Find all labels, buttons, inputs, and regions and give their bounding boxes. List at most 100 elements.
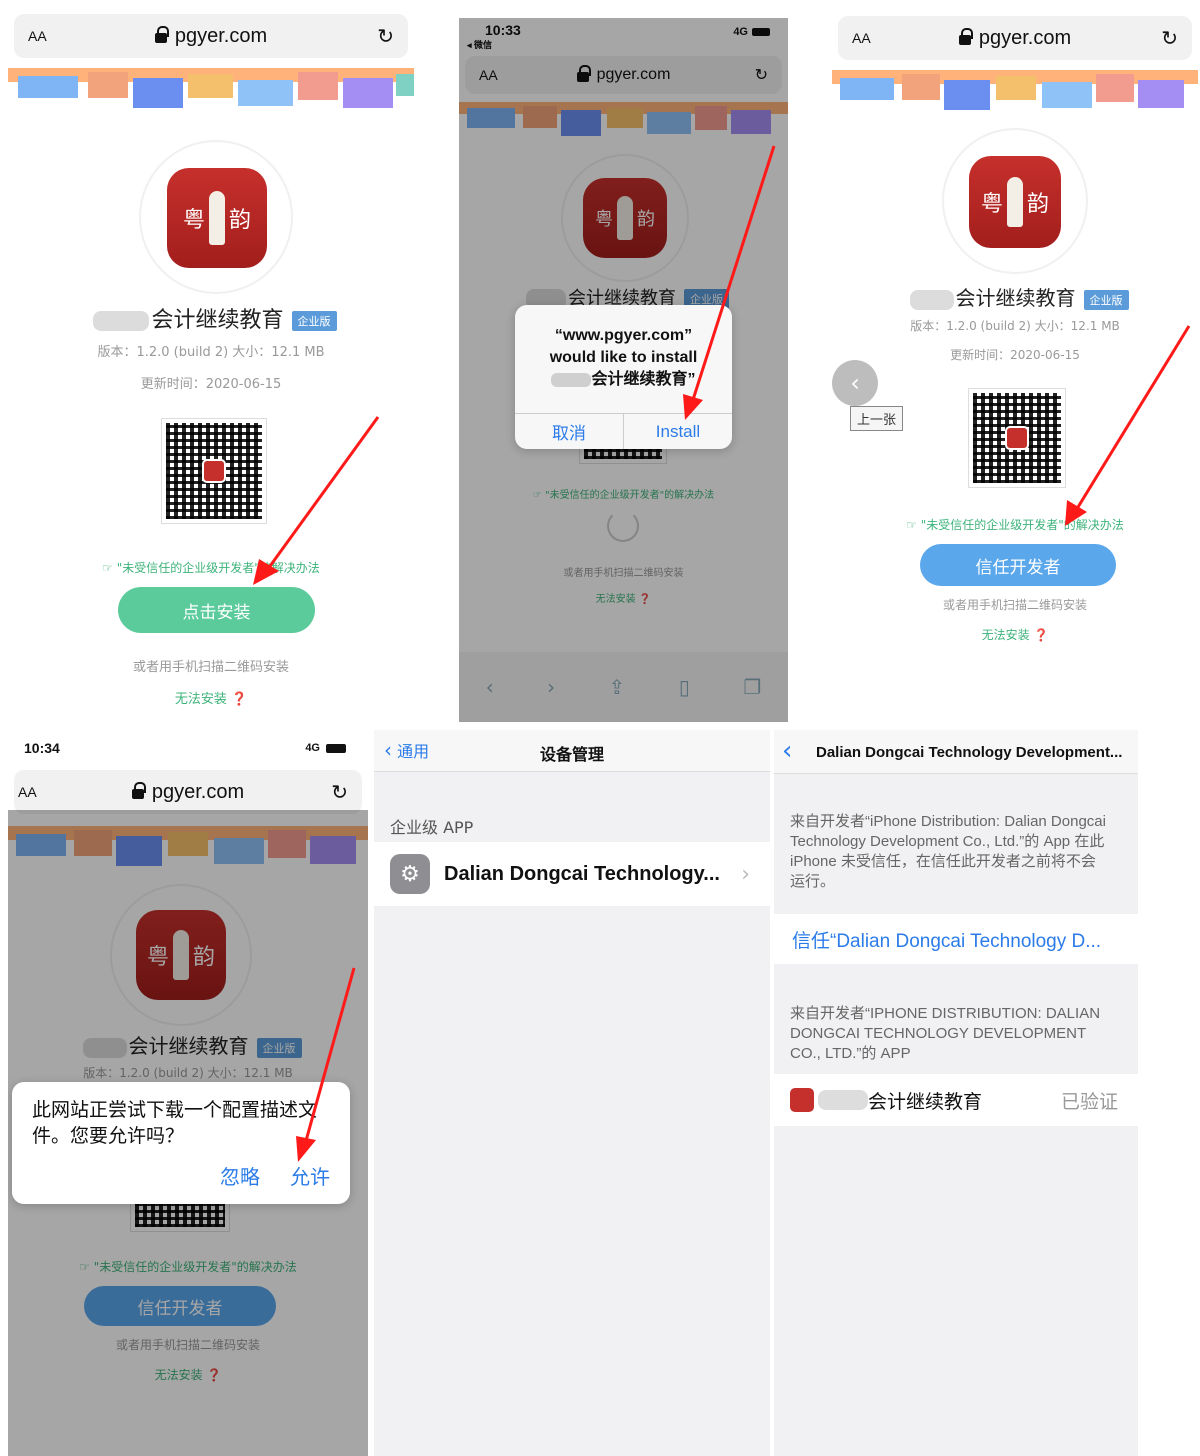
version-info: 版本：1.2.0 (build 2) 大小：12.1 MB bbox=[97, 345, 325, 360]
alert-buttons: 取消 Install bbox=[515, 413, 732, 449]
screen-install-prompt: 10:33 ◂ 微信 4G AA pgyer.com ↻ 粤韵 会计继续教育 企业… bbox=[459, 18, 788, 722]
reload-icon[interactable]: ↻ bbox=[377, 24, 394, 49]
version-info: 版本：1.2.0 (build 2) 大小：12.1 MB bbox=[910, 319, 1120, 333]
alert-message: “www.pgyer.com” would like to install 会计… bbox=[549, 327, 698, 388]
cannot-install-link[interactable]: 无法安装 ❓ bbox=[459, 590, 788, 605]
blurred-name bbox=[818, 1090, 868, 1110]
trust-developer-button[interactable]: 信任开发者 bbox=[920, 544, 1116, 586]
reload-icon[interactable]: ↻ bbox=[331, 780, 348, 805]
text-size-button[interactable]: AA bbox=[479, 67, 498, 83]
section-label: 企业级 APP bbox=[390, 818, 474, 837]
untrusted-description: 来自开发者“iPhone Distribution: Dalian Dongca… bbox=[790, 813, 1106, 890]
developer-name: Dalian Dongcai Technology... bbox=[444, 862, 720, 885]
trust-developer-row[interactable]: 信任“Dalian Dongcai Technology D... bbox=[774, 914, 1138, 964]
lock-icon bbox=[154, 26, 169, 43]
scan-hint: 或者用手机扫描二维码安装 bbox=[563, 568, 684, 579]
page-title: 设备管理 bbox=[539, 745, 604, 764]
trust-link[interactable]: 信任“Dalian Dongcai Technology D... bbox=[792, 926, 1101, 953]
install-button[interactable]: 点击安装 bbox=[118, 587, 315, 633]
battery-icon bbox=[326, 744, 346, 753]
back-to-app[interactable]: ◂ 微信 bbox=[467, 38, 492, 51]
nav-bar: ‹ Dalian Dongcai Technology Development.… bbox=[774, 730, 1138, 774]
untrusted-developer-link[interactable]: ☞ "未受信任的企业级开发者"的解决办法 bbox=[8, 1258, 368, 1275]
safari-toolbar: ‹ › ⇪ ▯ ❐ bbox=[459, 652, 788, 722]
apps-section-label: 来自开发者“IPHONE DISTRIBUTION: DALIAN DONGCA… bbox=[790, 1005, 1101, 1062]
update-time: 更新时间：2020-06-15 bbox=[950, 348, 1080, 362]
settings-gear-icon: ⚙ bbox=[390, 854, 430, 894]
untrusted-developer-link[interactable]: ☞ "未受信任的企业级开发者"的解决办法 bbox=[459, 486, 788, 501]
untrusted-developer-link[interactable]: ☞ "未受信任的企业级开发者"的解决办法 bbox=[832, 516, 1198, 533]
enterprise-badge: 企业版 bbox=[1083, 289, 1129, 310]
text-size-button[interactable]: AA bbox=[18, 784, 37, 800]
enterprise-app-row[interactable]: ⚙ Dalian Dongcai Technology... › bbox=[374, 842, 770, 906]
screen-trust-developer: AA pgyer.com ↻ 粤韵 会计继续教育 企业版 版本：1.2.0 (bu… bbox=[832, 12, 1198, 712]
chevron-right-icon: › bbox=[741, 861, 750, 887]
app-icon: 粤韵 bbox=[136, 910, 226, 1000]
trust-developer-button[interactable]: 信任开发者 bbox=[84, 1286, 276, 1326]
untrusted-developer-link[interactable]: ☞ "未受信任的企业级开发者"的解决办法 bbox=[8, 559, 414, 576]
cannot-install-link[interactable]: 无法安装 ❓ bbox=[832, 626, 1198, 643]
status-bar: 10:33 ◂ 微信 4G bbox=[459, 18, 788, 51]
previous-arrow-icon[interactable]: ‹ bbox=[832, 360, 878, 406]
bookmarks-icon[interactable]: ▯ bbox=[679, 675, 690, 699]
screen-profile-download: 10:34 4G AA pgyer.com ↻ 粤韵 会计继续教育 企业版 版本：… bbox=[8, 730, 368, 1456]
scan-hint: 或者用手机扫描二维码安装 bbox=[115, 1338, 260, 1352]
nav-bar: ‹ 通用 设备管理 bbox=[374, 730, 770, 772]
page-title: Dalian Dongcai Technology Development... bbox=[816, 744, 1123, 761]
app-icon-frame: 粤韵 bbox=[563, 156, 687, 280]
lock-icon bbox=[958, 28, 973, 45]
screen-device-management: ‹ 通用 设备管理 企业级 APP ⚙ Dalian Dongcai Techn… bbox=[374, 730, 770, 1456]
cannot-install-link[interactable]: 无法安装 ❓ bbox=[8, 1366, 368, 1383]
app-name: 会计继续教育 bbox=[868, 1090, 983, 1113]
colorful-banner bbox=[832, 70, 1198, 110]
app-name: 会计继续教育 bbox=[955, 286, 1076, 310]
tabs-icon[interactable]: ❐ bbox=[743, 675, 761, 699]
share-icon[interactable]: ⇪ bbox=[609, 675, 626, 699]
lock-icon bbox=[576, 65, 591, 82]
url-text: pgyer.com bbox=[978, 26, 1072, 49]
battery-icon bbox=[752, 28, 770, 36]
app-icon: 粤韵 bbox=[167, 168, 267, 268]
app-title: 会计继续教育 企业版 bbox=[8, 302, 414, 334]
app-icon bbox=[790, 1088, 814, 1112]
install-confirm-button[interactable]: Install bbox=[624, 414, 732, 449]
app-icon-frame: 粤韵 bbox=[112, 886, 250, 1024]
loading-spinner-icon bbox=[607, 510, 639, 542]
reload-icon[interactable]: ↻ bbox=[1161, 26, 1178, 51]
qr-code bbox=[968, 388, 1066, 488]
lock-icon bbox=[131, 782, 146, 799]
alert-message: 此网站正尝试下载一个配置描述文件。您要允许吗？ bbox=[32, 1100, 318, 1147]
text-size-button[interactable]: AA bbox=[852, 30, 871, 46]
enterprise-badge: 企业版 bbox=[291, 311, 337, 331]
cancel-button[interactable]: 取消 bbox=[515, 414, 624, 449]
chevron-left-icon[interactable]: ‹ bbox=[782, 736, 792, 766]
back-arrow-icon[interactable]: ‹ bbox=[486, 675, 494, 699]
screen-download-page: AA pgyer.com ↻ 粤韵 会计继续教育 企业版 版本：1.2.0 (bu… bbox=[8, 8, 414, 722]
enterprise-badge: 企业版 bbox=[256, 1037, 302, 1058]
blurred-name bbox=[93, 311, 150, 331]
ignore-button[interactable]: 忽略 bbox=[220, 1161, 260, 1190]
safari-address-bar[interactable]: AA pgyer.com ↻ bbox=[14, 14, 408, 58]
blurred-name bbox=[82, 1037, 127, 1058]
app-icon: 粤韵 bbox=[583, 178, 667, 258]
url-text: pgyer.com bbox=[174, 24, 268, 47]
safari-address-bar[interactable]: AA pgyer.com ↻ bbox=[838, 16, 1192, 60]
clock: 10:34 bbox=[24, 740, 60, 756]
app-row: 会计继续教育 已验证 bbox=[774, 1074, 1138, 1126]
app-name: 会计继续教育 bbox=[151, 308, 284, 333]
text-size-button[interactable]: AA bbox=[28, 28, 47, 44]
qr-code bbox=[161, 418, 267, 524]
app-name: 会计继续教育 bbox=[128, 1034, 249, 1058]
reload-icon[interactable]: ↻ bbox=[755, 65, 768, 85]
allow-button[interactable]: 允许 bbox=[290, 1161, 330, 1190]
colorful-banner bbox=[8, 826, 368, 866]
signal-indicator: 4G bbox=[733, 26, 748, 38]
safari-address-bar[interactable]: AA pgyer.com ↻ bbox=[14, 770, 362, 814]
previous-tooltip: 上一张 bbox=[850, 406, 904, 431]
forward-arrow-icon[interactable]: › bbox=[547, 675, 555, 699]
clock: 10:33 bbox=[485, 22, 521, 38]
cannot-install-link[interactable]: 无法安装 ❓ bbox=[8, 688, 414, 707]
safari-address-bar[interactable]: AA pgyer.com ↻ bbox=[465, 56, 782, 94]
version-info: 版本：1.2.0 (build 2) 大小：12.1 MB bbox=[83, 1066, 293, 1080]
url-text: pgyer.com bbox=[596, 66, 671, 83]
